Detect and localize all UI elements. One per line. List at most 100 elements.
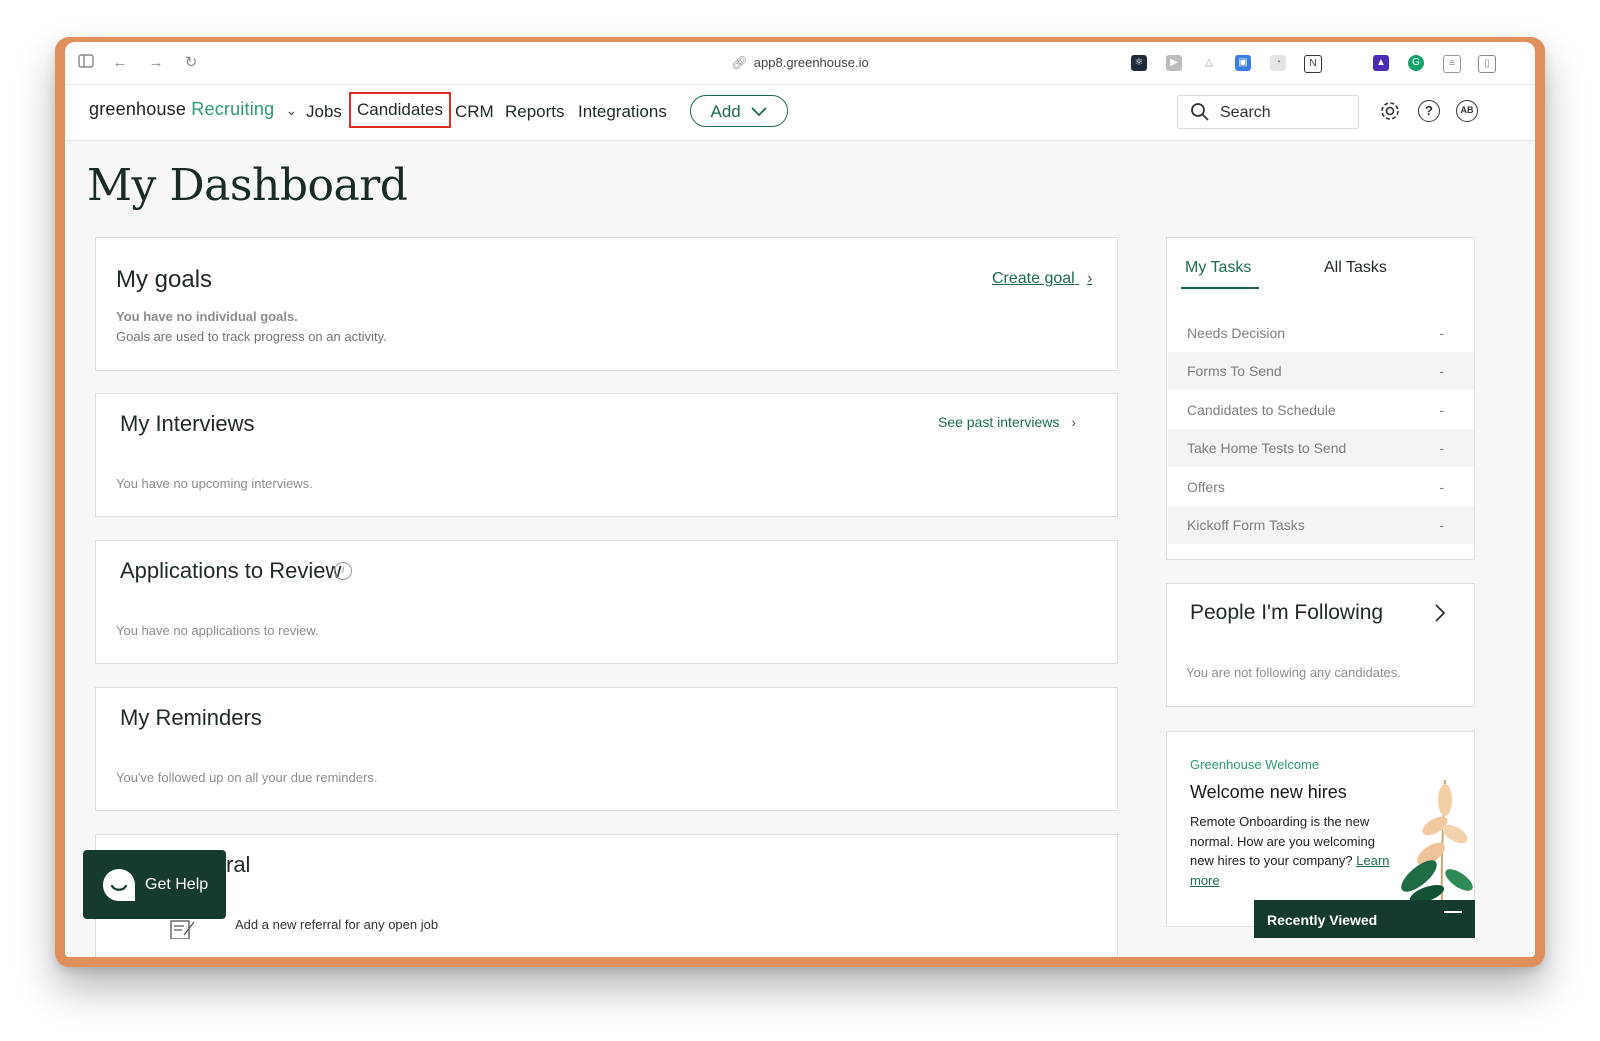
recently-viewed-bar[interactable]: Recently Viewed xyxy=(1254,900,1475,938)
goals-title: My goals xyxy=(116,266,213,293)
task-row[interactable]: Kickoff Form Tasks - xyxy=(1168,506,1474,544)
add-button[interactable]: Add xyxy=(690,95,788,127)
chevron-down-icon: ⌄ xyxy=(285,102,298,118)
tab-all-tasks[interactable]: All Tasks xyxy=(1324,259,1387,277)
tab-my-tasks[interactable]: My Tasks xyxy=(1185,259,1251,277)
help-icon[interactable]: ? xyxy=(1418,100,1440,122)
tasks-card: My Tasks All Tasks Needs Decision - Forms… xyxy=(1166,237,1475,560)
interviews-title: My Interviews xyxy=(120,411,255,436)
following-title[interactable]: People I'm Following xyxy=(1190,601,1383,625)
welcome-line: Remote Onboarding is the new xyxy=(1190,814,1370,829)
search-placeholder: Search xyxy=(1220,104,1271,121)
welcome-title: Welcome new hires xyxy=(1190,782,1347,802)
task-label: Offers xyxy=(1187,479,1225,495)
greenhouse-logo[interactable]: greenhouse Recruiting ⌄ xyxy=(89,99,297,120)
reminders-empty: You've followed up on all your due remin… xyxy=(116,770,378,785)
plant-illustration xyxy=(1401,779,1473,905)
following-card: People I'm Following You are not followi… xyxy=(1166,583,1475,707)
see-past-interviews-label: See past interviews xyxy=(938,414,1060,430)
drive-extension-icon[interactable]: △ xyxy=(1201,55,1217,71)
goals-empty-desc: Goals are used to track progress on an a… xyxy=(116,329,387,344)
task-label: Forms To Send xyxy=(1187,363,1282,379)
nav-crm[interactable]: CRM xyxy=(455,102,494,122)
link-icon: 🔗︎ xyxy=(731,55,748,70)
task-label: Take Home Tests to Send xyxy=(1187,440,1347,456)
nav-candidates[interactable]: Candidates xyxy=(348,92,452,128)
search-icon xyxy=(1191,103,1209,121)
interviews-empty: You have no upcoming interviews. xyxy=(116,476,313,491)
task-row[interactable]: Needs Decision - xyxy=(1168,314,1474,352)
active-tab-underline xyxy=(1181,287,1259,289)
welcome-line: normal. How are you welcoming xyxy=(1190,833,1375,849)
task-count: - xyxy=(1439,325,1444,341)
page-title: My Dashboard xyxy=(87,160,408,211)
chevron-right-icon: › xyxy=(1071,414,1076,430)
logo-product: Recruiting xyxy=(191,99,275,119)
split-view-icon[interactable]: ▯ xyxy=(1478,55,1496,73)
browser-window: ← → ↻ 🔗︎ app8.greenhouse.io ⚛ ▶ △ ▣ ◔ N ▲… xyxy=(55,37,1545,967)
referral-note-icon xyxy=(170,919,196,944)
task-row[interactable]: Offers - xyxy=(1168,468,1474,506)
task-label: Kickoff Form Tasks xyxy=(1187,517,1305,533)
task-row[interactable]: Forms To Send - xyxy=(1168,352,1474,390)
nav-jobs[interactable]: Jobs xyxy=(306,102,342,122)
referral-card: ral Add a new referral for any open job xyxy=(95,834,1118,957)
referral-title: ral xyxy=(226,852,251,877)
grammarly-icon[interactable]: G xyxy=(1408,55,1424,71)
chevron-right-icon: › xyxy=(1087,270,1093,287)
chat-bubble-icon xyxy=(103,869,135,901)
following-empty: You are not following any candidates. xyxy=(1186,665,1401,680)
applications-empty: You have no applications to review. xyxy=(116,623,319,638)
applications-title: Applications to Review xyxy=(120,558,342,583)
reminders-title: My Reminders xyxy=(120,705,262,730)
get-help-button[interactable]: Get Help xyxy=(83,850,226,919)
avatar[interactable]: AB xyxy=(1456,100,1478,122)
notion-extension-icon[interactable]: N xyxy=(1304,55,1322,73)
referral-desc[interactable]: Add a new referral for any open job xyxy=(235,917,438,932)
welcome-eyebrow: Greenhouse Welcome xyxy=(1190,757,1320,772)
logo-text: greenhouse xyxy=(89,99,187,119)
task-label: Needs Decision xyxy=(1187,325,1286,341)
welcome-card: Greenhouse Welcome Welcome new hires Rem… xyxy=(1166,731,1475,927)
search-input[interactable]: Search xyxy=(1177,95,1359,129)
chevron-right-icon[interactable] xyxy=(1433,602,1447,629)
browser-content: ← → ↻ 🔗︎ app8.greenhouse.io ⚛ ▶ △ ▣ ◔ N ▲… xyxy=(65,42,1535,957)
docs-extension-icon[interactable]: ▣ xyxy=(1235,55,1251,71)
task-row[interactable]: Take Home Tests to Send - xyxy=(1168,429,1474,467)
create-goal-link[interactable]: Create goal › xyxy=(992,270,1093,288)
goals-empty-title: You have no individual goals. xyxy=(116,309,298,324)
task-count: - xyxy=(1439,402,1444,418)
learn-more-link[interactable]: Learn xyxy=(1356,853,1389,868)
reminders-card: My Reminders You've followed up on all y… xyxy=(95,687,1118,811)
task-count: - xyxy=(1439,517,1444,533)
cap-extension-icon[interactable]: ▲ xyxy=(1373,55,1389,71)
react-devtools-icon[interactable]: ⚛ xyxy=(1131,55,1147,71)
task-count: - xyxy=(1439,479,1444,495)
see-past-interviews-link[interactable]: See past interviews › xyxy=(938,414,1076,430)
nav-integrations[interactable]: Integrations xyxy=(578,102,667,122)
welcome-line: new hires to your company? xyxy=(1190,853,1353,868)
task-count: - xyxy=(1439,363,1444,379)
recently-viewed-label: Recently Viewed xyxy=(1267,912,1378,928)
minimize-icon[interactable] xyxy=(1444,911,1462,913)
task-row[interactable]: Candidates to Schedule - xyxy=(1168,391,1474,429)
gear-icon[interactable] xyxy=(1379,100,1401,127)
interviews-card: My Interviews See past interviews › You … xyxy=(95,393,1118,517)
task-count: - xyxy=(1439,440,1444,456)
app-navbar: greenhouse Recruiting ⌄ Jobs Candidates … xyxy=(65,85,1535,141)
play-extension-icon[interactable]: ▶ xyxy=(1166,55,1182,71)
browser-toolbar: ← → ↻ 🔗︎ app8.greenhouse.io ⚛ ▶ △ ▣ ◔ N ▲… xyxy=(65,42,1535,85)
welcome-body: Remote Onboarding is the new normal. How… xyxy=(1190,812,1389,890)
get-help-label: Get Help xyxy=(145,876,209,893)
create-goal-label: Create goal xyxy=(992,270,1075,287)
add-button-label: Add xyxy=(710,102,741,121)
task-label: Candidates to Schedule xyxy=(1187,402,1336,418)
timer-extension-icon[interactable]: ◔ xyxy=(1270,55,1286,71)
info-icon[interactable]: i xyxy=(334,562,352,580)
nav-reports[interactable]: Reports xyxy=(505,102,565,122)
applications-card: Applications to Review i You have no app… xyxy=(95,540,1118,664)
url-text: app8.greenhouse.io xyxy=(753,55,869,70)
reader-icon[interactable]: ≡ xyxy=(1443,55,1461,73)
learn-more-link[interactable]: more xyxy=(1190,871,1389,891)
chevron-down-icon xyxy=(751,107,768,117)
